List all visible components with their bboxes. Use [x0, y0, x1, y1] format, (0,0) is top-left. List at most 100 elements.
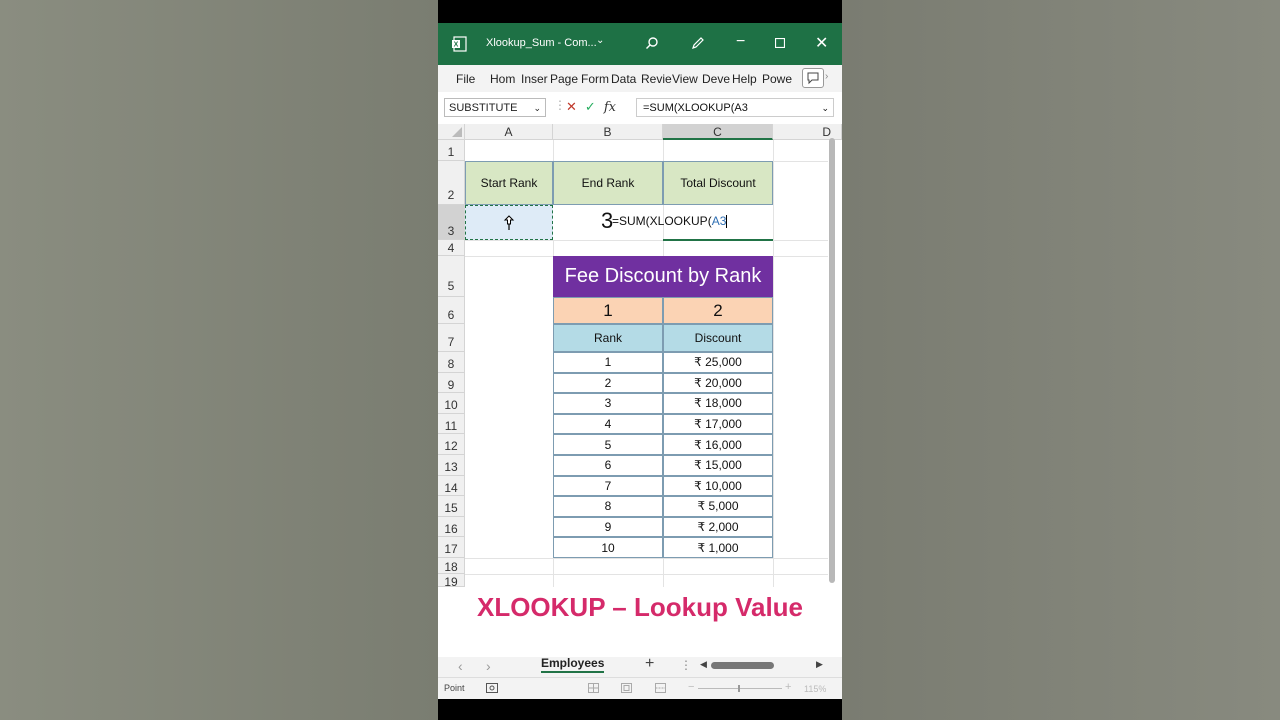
name-box[interactable]: SUBSTITUTE ⌄	[444, 98, 546, 117]
expand-formula-icon[interactable]: ⌄	[821, 99, 829, 118]
formula-input[interactable]: =SUM(XLOOKUP(A3 ⌄	[636, 98, 834, 117]
header-start-rank[interactable]: Start Rank	[465, 161, 553, 205]
vertical-scrollbar[interactable]	[828, 138, 836, 587]
row-header-8[interactable]: 8	[438, 352, 465, 373]
search-icon[interactable]	[645, 36, 659, 50]
scroll-right-icon[interactable]: ▶	[816, 659, 823, 670]
fee-discount-cell[interactable]: ₹ 18,000	[663, 393, 773, 414]
tab-formulas[interactable]: Form	[581, 72, 609, 86]
row-header-10[interactable]: 10	[438, 393, 465, 414]
select-all-corner[interactable]	[438, 124, 465, 140]
fee-discount-cell[interactable]: ₹ 16,000	[663, 434, 773, 455]
ribbon-scroll-right-icon[interactable]: ›	[825, 71, 828, 82]
sheet-tab-employees[interactable]: Employees	[541, 656, 605, 673]
row-header-11[interactable]: 11	[438, 413, 465, 435]
row-header-5[interactable]: 5	[438, 256, 465, 297]
row-header-16[interactable]: 16	[438, 516, 465, 538]
tab-review[interactable]: Revie	[641, 72, 672, 86]
tab-page-layout[interactable]: Page	[550, 72, 578, 86]
row-header-2[interactable]: 2	[438, 161, 465, 205]
row-header-14[interactable]: 14	[438, 475, 465, 497]
fee-rank-cell[interactable]: 6	[553, 455, 663, 476]
close-icon[interactable]: ✕	[815, 33, 828, 53]
worksheet-grid[interactable]: A B C D 1 2 3 4 5 6 7 8 9 10 11 12 13 14…	[438, 124, 842, 587]
zoom-level[interactable]: 115%	[804, 684, 826, 694]
fee-discount-cell[interactable]: ₹ 1,000	[663, 537, 773, 558]
window-title[interactable]: Xlookup_Sum - Com...	[486, 37, 597, 49]
row-header-12[interactable]: 12	[438, 434, 465, 455]
fee-rank-cell[interactable]: 1	[553, 352, 663, 373]
fee-rank-cell[interactable]: 5	[553, 434, 663, 455]
fee-index-1[interactable]: 1	[553, 297, 663, 324]
tab-view[interactable]: View	[672, 72, 698, 86]
column-header-b[interactable]: B	[553, 124, 663, 140]
row-header-7[interactable]: 7	[438, 324, 465, 352]
prev-sheet-icon[interactable]: ‹	[458, 658, 463, 674]
tab-power[interactable]: Powe	[762, 72, 792, 86]
fee-table-title[interactable]: Fee Discount by Rank	[553, 256, 773, 297]
accessibility-icon[interactable]	[486, 683, 498, 693]
cell-c3-editing[interactable]: =SUM(XLOOKUP(A3	[612, 214, 728, 229]
row-header-9[interactable]: 9	[438, 372, 465, 394]
fee-rank-cell[interactable]: 8	[553, 496, 663, 517]
tab-options-icon[interactable]: ⋮	[680, 658, 692, 672]
row-header-13[interactable]: 13	[438, 455, 465, 476]
row-header-6[interactable]: 6	[438, 297, 465, 324]
fee-rank-cell[interactable]: 2	[553, 372, 663, 394]
maximize-icon[interactable]	[775, 38, 785, 48]
fee-rank-cell[interactable]: 9	[553, 516, 663, 538]
page-break-icon[interactable]	[655, 683, 666, 693]
title-dropdown-icon[interactable]: ⌄	[596, 35, 604, 46]
comments-button[interactable]	[802, 68, 824, 88]
fee-discount-cell[interactable]: ₹ 15,000	[663, 455, 773, 476]
row-header-17[interactable]: 17	[438, 537, 465, 558]
fee-discount-cell[interactable]: ₹ 10,000	[663, 475, 773, 497]
add-sheet-icon[interactable]: +	[645, 655, 654, 673]
row-header-19[interactable]: 19	[438, 574, 465, 587]
header-end-rank[interactable]: End Rank	[553, 161, 663, 205]
row-header-4[interactable]: 4	[438, 240, 465, 256]
insert-function-icon[interactable]: fx	[604, 100, 616, 115]
tab-developer[interactable]: Deve	[702, 72, 730, 86]
page-layout-icon[interactable]	[621, 683, 632, 693]
fee-header-discount[interactable]: Discount	[663, 324, 773, 352]
tab-data[interactable]: Data	[611, 72, 636, 86]
row-header-18[interactable]: 18	[438, 558, 465, 574]
fee-discount-cell[interactable]: ₹ 25,000	[663, 352, 773, 373]
fee-rank-cell[interactable]: 4	[553, 413, 663, 435]
zoom-slider-thumb[interactable]	[738, 685, 740, 692]
zoom-out-icon[interactable]: −	[688, 681, 694, 693]
tab-help[interactable]: Help	[732, 72, 757, 86]
tab-home[interactable]: Hom	[490, 72, 515, 86]
fee-discount-cell[interactable]: ₹ 20,000	[663, 372, 773, 394]
row-header-1[interactable]: 1	[438, 140, 465, 161]
fee-header-rank[interactable]: Rank	[553, 324, 663, 352]
fee-index-2[interactable]: 2	[663, 297, 773, 324]
scroll-left-icon[interactable]: ◀	[700, 659, 707, 670]
chevron-down-icon[interactable]: ⌄	[533, 99, 541, 118]
fee-discount-cell[interactable]: ₹ 17,000	[663, 413, 773, 435]
enter-icon[interactable]: ✓	[585, 99, 596, 114]
fee-discount-cell[interactable]: ₹ 5,000	[663, 496, 773, 517]
header-total-discount[interactable]: Total Discount	[663, 161, 773, 205]
row-header-15[interactable]: 15	[438, 496, 465, 517]
tab-file[interactable]: File	[456, 72, 475, 86]
fee-rank-cell[interactable]: 10	[553, 537, 663, 558]
fee-discount-cell[interactable]: ₹ 2,000	[663, 516, 773, 538]
normal-view-icon[interactable]	[588, 683, 599, 693]
pen-icon[interactable]	[691, 36, 705, 50]
row-header-3[interactable]: 3	[438, 205, 465, 240]
fee-rank-cell[interactable]: 7	[553, 475, 663, 497]
zoom-slider[interactable]	[698, 688, 782, 689]
fee-rank-cell[interactable]: 3	[553, 393, 663, 414]
column-header-c[interactable]: C	[663, 124, 773, 140]
tab-insert[interactable]: Inser	[521, 72, 548, 86]
vertical-scroll-thumb[interactable]	[829, 138, 835, 583]
zoom-in-icon[interactable]: +	[785, 681, 791, 693]
next-sheet-icon[interactable]: ›	[486, 658, 491, 674]
column-header-a[interactable]: A	[465, 124, 553, 140]
cancel-icon[interactable]: ✕	[566, 99, 577, 114]
horizontal-scroll-thumb[interactable]	[711, 662, 774, 669]
minimize-icon[interactable]: −	[736, 33, 745, 51]
cell-a3-referenced[interactable]	[465, 205, 553, 240]
